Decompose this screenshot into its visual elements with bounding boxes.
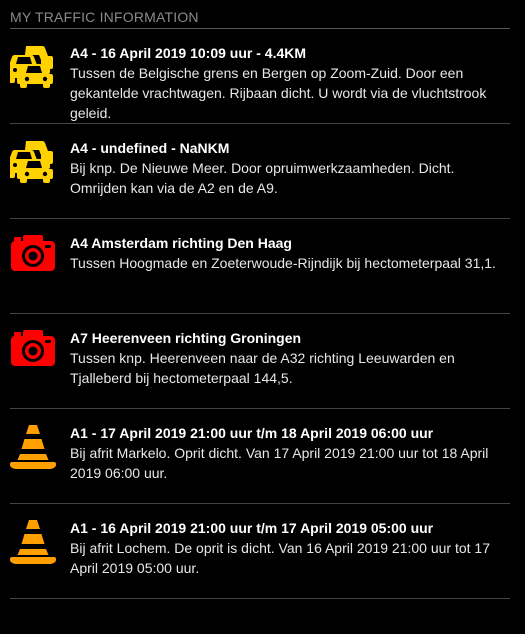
list-item: A4 - undefined - NaNKM Bij knp. De Nieuw… <box>10 124 510 219</box>
traffic-jam-icon <box>10 44 70 88</box>
list-item: A1 - 16 April 2019 21:00 uur t/m 17 Apri… <box>10 504 510 599</box>
traffic-jam-icon-graphic <box>10 45 53 88</box>
list-item: A4 Amsterdam richting Den Haag Tussen Ho… <box>10 219 510 314</box>
item-title: A1 - 16 April 2019 21:00 uur t/m 17 Apri… <box>70 520 434 536</box>
item-text: A7 Heerenveen richting Groningen Tussen … <box>70 329 510 388</box>
item-title: A7 Heerenveen richting Groningen <box>70 330 302 346</box>
traffic-cone-icon <box>10 424 70 470</box>
traffic-jam-icon <box>10 139 70 183</box>
list-item: A7 Heerenveen richting Groningen Tussen … <box>10 314 510 409</box>
item-description: Bij knp. De Nieuwe Meer. Door opruimwerk… <box>70 160 455 196</box>
item-description: Bij afrit Markelo. Oprit dicht. Van 17 A… <box>70 445 489 481</box>
traffic-cone-icon-graphic <box>10 520 56 564</box>
item-text: A1 - 16 April 2019 21:00 uur t/m 17 Apri… <box>70 519 510 578</box>
item-title: A4 Amsterdam richting Den Haag <box>70 235 292 251</box>
item-title: A4 - 16 April 2019 10:09 uur - 4.4KM <box>70 45 307 61</box>
traffic-cone-icon <box>10 519 70 565</box>
traffic-information-module: MY TRAFFIC INFORMATION A4 - 16 April 201… <box>0 0 525 634</box>
traffic-cone-icon-graphic <box>10 425 56 469</box>
item-description: Tussen Hoogmade en Zoeterwoude-Rijndijk … <box>70 255 496 271</box>
item-description: Tussen de Belgische grens en Bergen op Z… <box>70 65 487 121</box>
item-text: A4 - 16 April 2019 10:09 uur - 4.4KM Tus… <box>70 44 510 123</box>
item-text: A1 - 17 April 2019 21:00 uur t/m 18 Apri… <box>70 424 510 483</box>
speed-camera-icon <box>10 234 70 272</box>
module-header: MY TRAFFIC INFORMATION <box>10 0 510 29</box>
speed-camera-icon-graphic <box>11 330 55 366</box>
traffic-list: A4 - 16 April 2019 10:09 uur - 4.4KM Tus… <box>10 29 510 599</box>
speed-camera-icon-graphic <box>11 235 55 271</box>
item-description: Bij afrit Lochem. De oprit is dicht. Van… <box>70 540 490 576</box>
item-text: A4 - undefined - NaNKM Bij knp. De Nieuw… <box>70 139 510 198</box>
speed-camera-icon <box>10 329 70 367</box>
list-item: A1 - 17 April 2019 21:00 uur t/m 18 Apri… <box>10 409 510 504</box>
item-title: A1 - 17 April 2019 21:00 uur t/m 18 Apri… <box>70 425 434 441</box>
item-text: A4 Amsterdam richting Den Haag Tussen Ho… <box>70 234 510 273</box>
traffic-jam-icon-graphic <box>10 140 53 183</box>
list-item: A4 - 16 April 2019 10:09 uur - 4.4KM Tus… <box>10 29 510 124</box>
item-description: Tussen knp. Heerenveen naar de A32 richt… <box>70 350 455 386</box>
item-title: A4 - undefined - NaNKM <box>70 140 230 156</box>
